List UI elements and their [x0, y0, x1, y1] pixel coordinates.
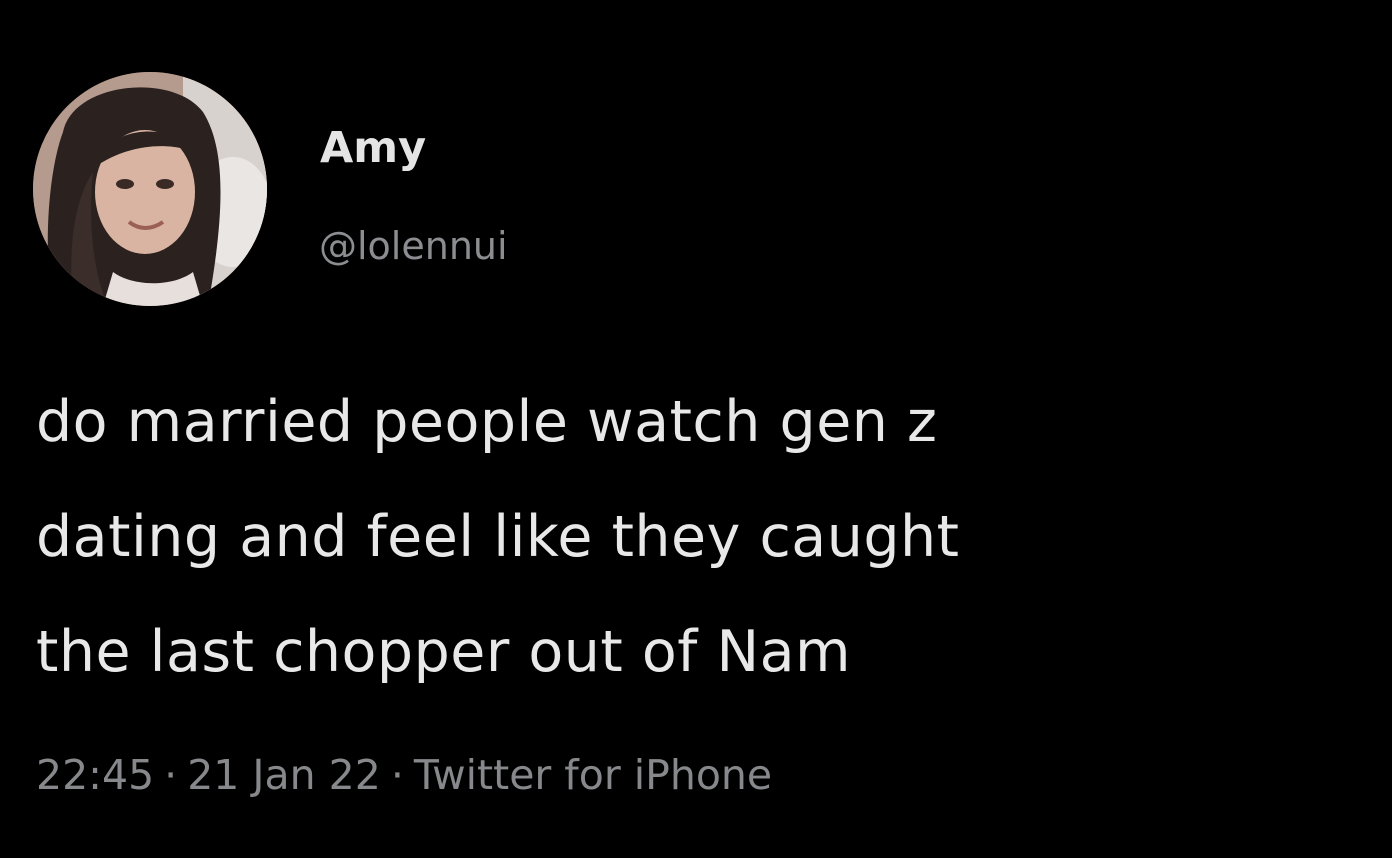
profile-avatar[interactable]: [33, 72, 267, 306]
tweet-source[interactable]: Twitter for iPhone: [414, 751, 772, 799]
tweet-text: do married people watch gen z dating and…: [36, 365, 1386, 710]
avatar-photo-icon: [33, 72, 267, 306]
tweet-text-line: do married people watch gen z: [36, 389, 938, 455]
tweet-card: Amy @lolennui do married people watch ge…: [0, 0, 1392, 858]
author-display-name[interactable]: Amy: [320, 118, 426, 178]
tweet-timestamp[interactable]: 22:45: [36, 751, 154, 799]
tweet-date[interactable]: 21 Jan 22: [187, 751, 381, 799]
tweet-metadata: 22:45 · 21 Jan 22 · Twitter for iPhone: [36, 745, 772, 805]
author-handle[interactable]: @lolennui: [319, 218, 508, 274]
meta-separator: ·: [164, 751, 178, 799]
tweet-text-line: dating and feel like they caught: [36, 504, 960, 570]
meta-separator: ·: [390, 751, 404, 799]
tweet-text-line: the last chopper out of Nam: [36, 619, 852, 685]
